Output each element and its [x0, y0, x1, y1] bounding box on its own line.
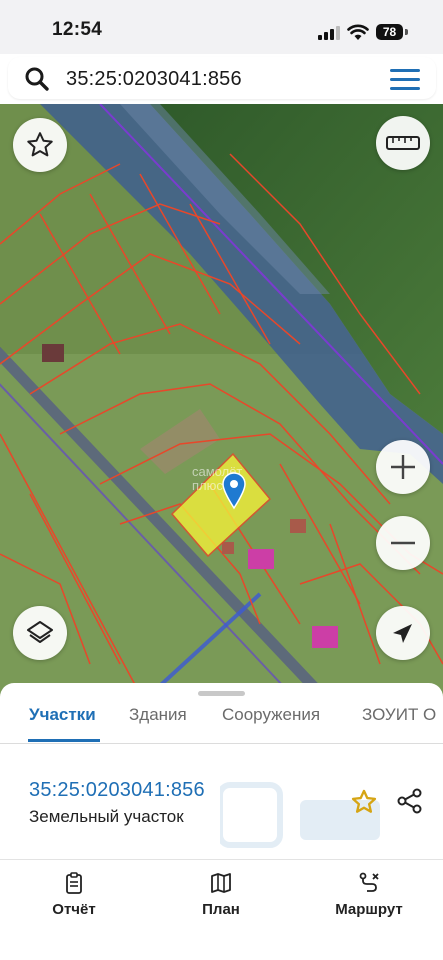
hamburger-menu-icon[interactable]: [390, 69, 420, 90]
favorite-button[interactable]: [13, 118, 67, 172]
layers-button[interactable]: [13, 606, 67, 660]
nav-report[interactable]: Отчёт: [14, 871, 134, 919]
bottom-navigation: Отчёт План Маршрут: [0, 861, 443, 960]
tab-bar: Участки Здания Сооружения ЗОУИТ О: [0, 697, 443, 744]
route-icon: [359, 872, 379, 892]
wifi-icon: [347, 24, 369, 40]
search-bar[interactable]: 35:25:0203041:856: [8, 57, 436, 99]
nav-route[interactable]: Маршрут: [309, 871, 429, 919]
bottom-sheet[interactable]: Участки Здания Сооружения ЗОУИТ О 35:25:…: [0, 683, 443, 960]
battery-level: 78: [376, 24, 403, 40]
status-bar: 12:54 78: [0, 0, 443, 54]
star-outline-icon: [27, 132, 53, 157]
minus-icon: [391, 541, 415, 545]
tab-zouit[interactable]: ЗОУИТ О: [362, 705, 436, 735]
nav-plan-label: План: [202, 901, 240, 918]
parcel-type: Земельный участок: [29, 807, 184, 826]
search-icon[interactable]: [24, 66, 50, 92]
nav-report-label: Отчёт: [52, 901, 96, 918]
sheet-drag-handle[interactable]: [198, 691, 245, 696]
plus-icon: [391, 455, 415, 479]
satellite-map[interactable]: самолёт плюс: [0, 104, 443, 704]
my-location-button[interactable]: [376, 606, 430, 660]
navigation-arrow-icon: [393, 624, 412, 643]
ruler-icon: [386, 136, 420, 150]
cellular-signal-icon: [318, 26, 340, 40]
search-input[interactable]: 35:25:0203041:856: [66, 68, 242, 91]
report-icon: [66, 872, 82, 894]
divider: [0, 859, 443, 860]
ruler-button[interactable]: [376, 116, 430, 170]
favorite-star-icon[interactable]: [350, 788, 378, 816]
tab-buildings[interactable]: Здания: [129, 705, 187, 735]
share-icon[interactable]: [396, 787, 424, 815]
parcel-number-link[interactable]: 35:25:0203041:856: [29, 779, 205, 802]
battery-icon: 78: [376, 24, 408, 41]
active-tab-indicator: [28, 739, 100, 742]
layers-icon: [27, 621, 53, 643]
zoom-out-button[interactable]: [376, 516, 430, 570]
status-time: 12:54: [52, 19, 103, 40]
zoom-in-button[interactable]: [376, 440, 430, 494]
tab-structures[interactable]: Сооружения: [222, 705, 320, 735]
map-plan-icon: [211, 873, 231, 893]
map-watermark-sub: плюс: [192, 478, 223, 493]
nav-route-label: Маршрут: [335, 901, 403, 918]
nav-plan[interactable]: План: [161, 871, 281, 919]
map-view[interactable]: самолёт плюс: [0, 104, 443, 704]
tab-parcels[interactable]: Участки: [29, 705, 96, 735]
